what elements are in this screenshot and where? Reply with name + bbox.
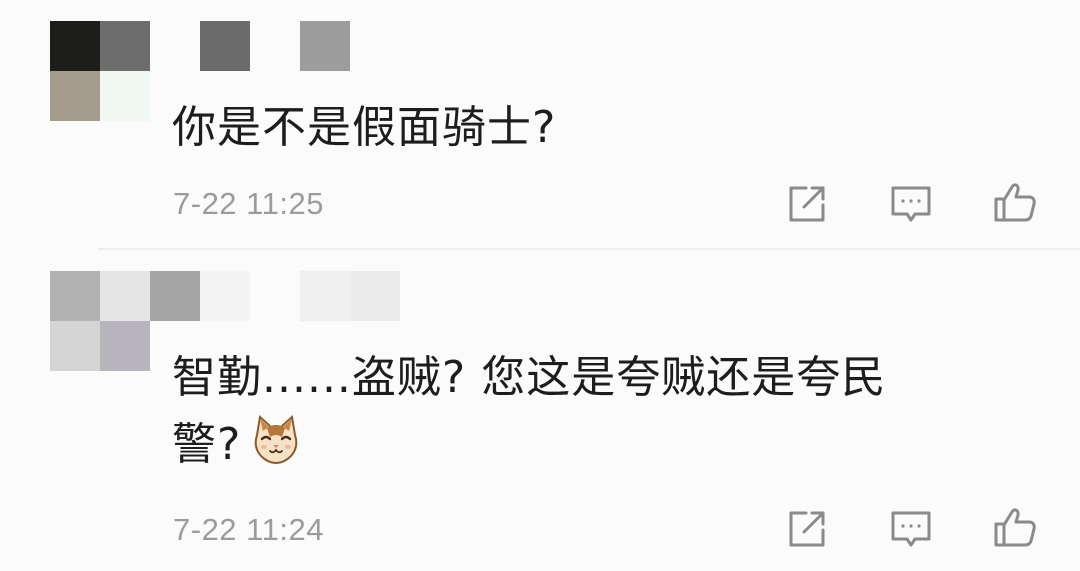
like-button[interactable] [992,504,1038,550]
share-button[interactable] [784,181,830,227]
avatar-mosaic-tile [100,271,150,321]
reply-comment-icon [891,186,931,222]
username-mosaic-tile [200,271,250,321]
username-mosaic-tile [300,21,350,71]
comment-text: 你是不是假面骑士? [172,102,557,153]
reply-button[interactable] [888,506,934,552]
comment-text-line: 智勤......盗贼? 您这是夸贼还是夸民 [172,352,887,403]
reply-comment-icon [891,511,931,547]
avatar-mosaic-tile [100,21,150,71]
avatar-mosaic-tile [100,71,150,121]
username-mosaic-tile [300,271,350,321]
share-button[interactable] [784,506,830,552]
like-button[interactable] [992,179,1038,225]
comment-timestamp: 7-22 11:25 [173,186,324,221]
username-mosaic-tile [150,271,200,321]
avatar-mosaic-tile [50,271,100,321]
username-mosaic-tile [350,271,400,321]
reply-button[interactable] [888,181,934,227]
avatar-mosaic-tile [50,71,100,121]
share-icon [789,186,825,222]
cat-face-emoji [249,413,303,467]
avatar-mosaic-tile [50,321,100,371]
comment-text: 智勤......盗贼? 您这是夸贼还是夸民 警? [172,344,992,478]
thumbs-up-icon [994,183,1036,222]
comment-item: 你是不是假面骑士? 7-22 11:25 [0,0,1080,249]
comment-text-tail: 警? [172,419,242,470]
comment-text-line: 警? [172,411,992,478]
share-icon [789,511,825,547]
avatar-mosaic-tile [50,21,100,71]
comment-timestamp: 7-22 11:24 [173,512,324,547]
username-mosaic-tile [200,21,250,71]
thumbs-up-icon [994,508,1036,547]
avatar-mosaic-tile [100,321,150,371]
comment-item: 智勤......盗贼? 您这是夸贼还是夸民 警? 7-22 11:24 [0,250,1080,571]
